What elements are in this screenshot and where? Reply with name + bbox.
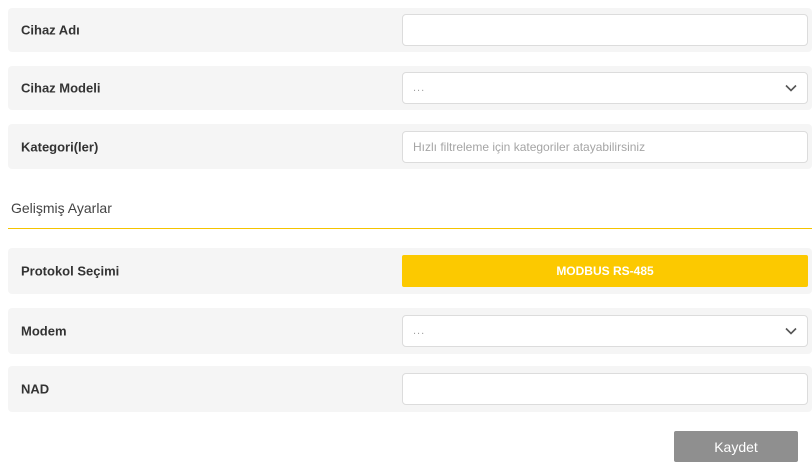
- device-model-select[interactable]: ...: [402, 72, 808, 104]
- device-name-row: Cihaz Adı: [8, 8, 812, 52]
- device-model-label: Cihaz Modeli: [21, 80, 101, 96]
- nad-row: NAD: [8, 366, 812, 412]
- modem-select[interactable]: ...: [402, 315, 808, 347]
- categories-row: Kategori(ler): [8, 124, 812, 169]
- device-name-input[interactable]: [402, 14, 808, 46]
- protocol-select-button[interactable]: MODBUS RS-485: [402, 255, 808, 287]
- protocol-row: Protokol Seçimi MODBUS RS-485: [8, 248, 812, 294]
- modem-label: Modem: [21, 323, 67, 339]
- chevron-down-icon: [785, 327, 797, 335]
- device-model-row: Cihaz Modeli ...: [8, 66, 812, 110]
- nad-label: NAD: [21, 381, 50, 397]
- categories-label: Kategori(ler): [21, 139, 99, 154]
- device-model-selected-value: ...: [413, 82, 426, 94]
- advanced-settings-title: Gelişmiş Ayarlar: [11, 200, 112, 216]
- modem-selected-value: ...: [413, 325, 426, 337]
- modem-row: Modem ...: [8, 308, 812, 354]
- chevron-down-icon: [785, 84, 797, 92]
- device-name-label: Cihaz Adı: [21, 22, 80, 38]
- section-divider: [8, 228, 812, 229]
- categories-input[interactable]: [402, 130, 808, 163]
- protocol-label: Protokol Seçimi: [21, 263, 120, 279]
- save-button[interactable]: Kaydet: [674, 431, 798, 462]
- nad-input[interactable]: [402, 373, 808, 405]
